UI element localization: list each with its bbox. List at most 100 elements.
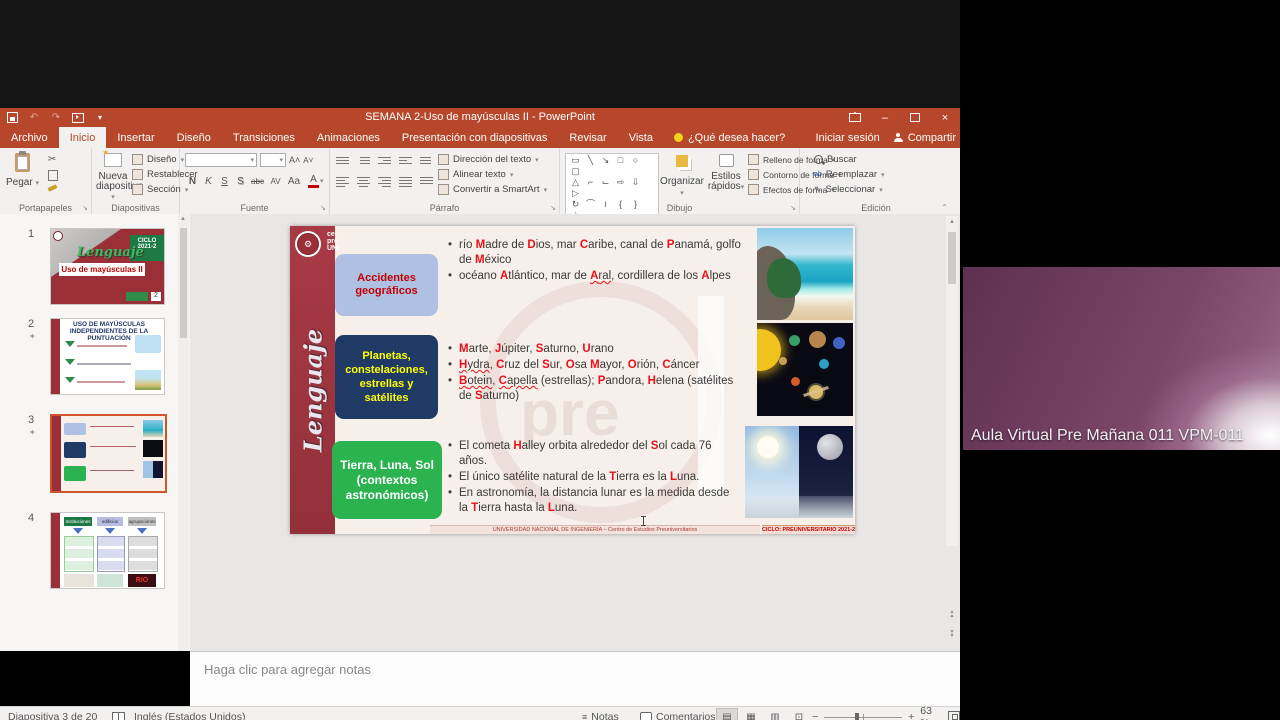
previous-slide-button[interactable]: ▲ ▲ (946, 606, 958, 622)
fit-slide-to-window-icon[interactable] (948, 711, 960, 720)
numbering-button[interactable] (357, 155, 370, 166)
shape-icon[interactable]: ⇨ (613, 177, 628, 188)
sun-moon-image[interactable] (745, 426, 853, 518)
underline-button[interactable]: S (217, 176, 232, 187)
justify-button[interactable] (399, 175, 412, 189)
editor-scrollbar[interactable]: ▲ (946, 216, 958, 546)
textbox-row2-bullets[interactable]: • Marte, Júpiter, Saturno, Urano • Hydra, C… (448, 342, 746, 405)
font-dialog-launcher-icon[interactable]: ↘ (320, 204, 326, 212)
change-case-button[interactable]: Aa (285, 176, 303, 187)
zoom-out-icon[interactable]: − (812, 711, 818, 720)
tab-vista[interactable]: Vista (618, 127, 664, 148)
line-spacing-button[interactable] (420, 155, 433, 166)
scroll-up-icon[interactable]: ▲ (949, 219, 955, 225)
spellcheck-icon[interactable] (112, 707, 125, 720)
scroll-up-icon[interactable]: ▲ (180, 216, 186, 222)
textbox-planetas[interactable]: Planetas, constelaciones, estrellas y sa… (335, 335, 438, 419)
columns-button[interactable] (420, 175, 433, 189)
decrease-indent-icon[interactable] (378, 155, 391, 166)
shape-icon[interactable]: △ (568, 177, 583, 188)
paste-button[interactable]: Pegar ▾ (6, 151, 39, 188)
textbox-row3-bullets[interactable]: • El cometa Halley orbita alrededor del S… (448, 439, 740, 517)
shape-icon[interactable]: ╲ (583, 155, 598, 166)
shape-icon[interactable]: ▭ (568, 155, 583, 166)
bold-button[interactable]: N (185, 176, 200, 187)
strikethrough-button[interactable]: abc (249, 177, 266, 186)
shape-icon[interactable]: ↘ (598, 155, 613, 166)
shape-icon[interactable]: ⇩ (628, 177, 643, 188)
font-name-combo[interactable]: ▾ (185, 153, 257, 167)
solar-system-image[interactable] (757, 323, 853, 416)
shape-icon[interactable]: ▷ (568, 188, 583, 199)
tab-transiciones[interactable]: Transiciones (222, 127, 306, 148)
tab-revisar[interactable]: Revisar (558, 127, 617, 148)
tab-insertar[interactable]: Insertar (106, 127, 165, 148)
zoom-slider[interactable] (824, 712, 903, 720)
collapse-ribbon-icon[interactable]: ⌃ (941, 203, 948, 212)
tell-me-box[interactable]: ¿Qué desea hacer? (664, 127, 795, 148)
paragraph-dialog-launcher-icon[interactable]: ↘ (550, 204, 556, 212)
notes-pane[interactable]: Haga clic para agregar notas (190, 651, 960, 707)
font-color-dropdown-icon[interactable]: ▾ (320, 177, 324, 185)
thumbnail-slide-2[interactable]: USO DE MAYÚSCULAS INDEPENDIENTES DE LA P… (50, 318, 165, 395)
thumbnail-scrollbar[interactable]: ▲ (178, 214, 189, 651)
close-button[interactable]: × (930, 108, 960, 127)
textbox-row1-bullets[interactable]: • río Madre de Dios, mar Caribe, canal de… (448, 238, 744, 285)
find-button[interactable]: Buscar (814, 154, 885, 165)
reading-view-button[interactable]: ▥ (764, 708, 786, 720)
increase-indent-icon[interactable] (399, 155, 412, 166)
slideshow-view-button[interactable]: ⊡ (788, 708, 810, 720)
slide-sorter-view-button[interactable]: ▦ (740, 708, 762, 720)
align-right-button[interactable] (378, 175, 391, 189)
drawing-dialog-launcher-icon[interactable]: ↘ (790, 204, 796, 212)
align-center-button[interactable] (357, 175, 370, 189)
textbox-accidentes-geograficos[interactable]: Accidentes geográficos (335, 254, 438, 316)
text-direction-button[interactable]: Dirección del texto ▾ (438, 154, 547, 165)
replace-button[interactable]: ab Reemplazar ▾ (814, 169, 885, 180)
tab-diseno[interactable]: Diseño (166, 127, 222, 148)
shape-icon[interactable]: ⌙ (598, 177, 613, 188)
align-text-button[interactable]: Alinear texto ▾ (438, 169, 547, 180)
tab-animaciones[interactable]: Animaciones (306, 127, 391, 148)
slide-canvas[interactable]: pre ⚙ ce pre UNI Lenguaje Accidentes geogr… (290, 226, 855, 534)
font-color-button[interactable]: A (308, 174, 319, 188)
bullets-button[interactable] (336, 155, 349, 166)
shape-icon[interactable]: □ (613, 155, 628, 166)
thumbnail-slide-3-selected[interactable] (50, 414, 167, 493)
format-painter-icon[interactable] (47, 184, 58, 192)
shape-icon[interactable]: ⌐ (583, 177, 598, 188)
thumbnail-slide-1[interactable]: CICLO 2021-2 Lenguaje Uso de mayúsculas I… (50, 228, 165, 305)
sign-in-link[interactable]: Iniciar sesión (816, 132, 880, 144)
zoom-in-icon[interactable]: + (908, 711, 914, 720)
restore-button[interactable] (900, 108, 930, 127)
share-button[interactable]: Compartir (893, 132, 956, 144)
select-button[interactable]: ⇖ Seleccionar ▾ (814, 184, 885, 195)
shape-icon[interactable]: ▢ (568, 166, 583, 177)
language-status[interactable]: Inglés (Estados Unidos) (134, 707, 245, 720)
thumbnail-slide-4[interactable]: Instituciones edificios agrupaciones RIO (50, 512, 165, 589)
tab-inicio[interactable]: Inicio (58, 127, 107, 148)
zoom-level[interactable]: 63 % (920, 705, 942, 720)
textbox-tierra-luna-sol[interactable]: Tierra, Luna, Sol (contextos astronómico… (332, 441, 442, 519)
copy-icon[interactable] (48, 170, 58, 181)
tab-archivo[interactable]: Archivo (0, 127, 59, 148)
comments-toggle[interactable]: Comentarios (640, 707, 716, 720)
increase-font-icon[interactable]: A˄ (289, 155, 300, 165)
tab-presentacion[interactable]: Presentación con diapositivas (391, 127, 559, 148)
clipboard-dialog-launcher-icon[interactable]: ↘ (82, 204, 88, 212)
ribbon-display-options-icon[interactable] (840, 108, 870, 127)
text-shadow-button[interactable]: S (233, 176, 248, 187)
align-left-button[interactable] (336, 175, 349, 189)
italic-button[interactable]: K (201, 176, 216, 187)
next-slide-button[interactable]: ▼ ▼ (946, 626, 958, 642)
shape-icon[interactable]: ○ (628, 155, 643, 166)
beach-image[interactable] (757, 228, 853, 320)
slide-counter[interactable]: Diapositiva 3 de 20 (8, 707, 97, 720)
arrange-button[interactable]: Organizar ▾ (660, 154, 704, 198)
minimize-button[interactable]: – (870, 108, 900, 127)
font-size-combo[interactable]: ▾ (260, 153, 286, 167)
normal-view-button[interactable]: ▤ (716, 708, 738, 720)
character-spacing-button[interactable]: AV (267, 177, 284, 186)
quick-styles-button[interactable]: Estilos rápidos▾ (706, 154, 746, 193)
decrease-font-icon[interactable]: A˅ (303, 156, 313, 165)
